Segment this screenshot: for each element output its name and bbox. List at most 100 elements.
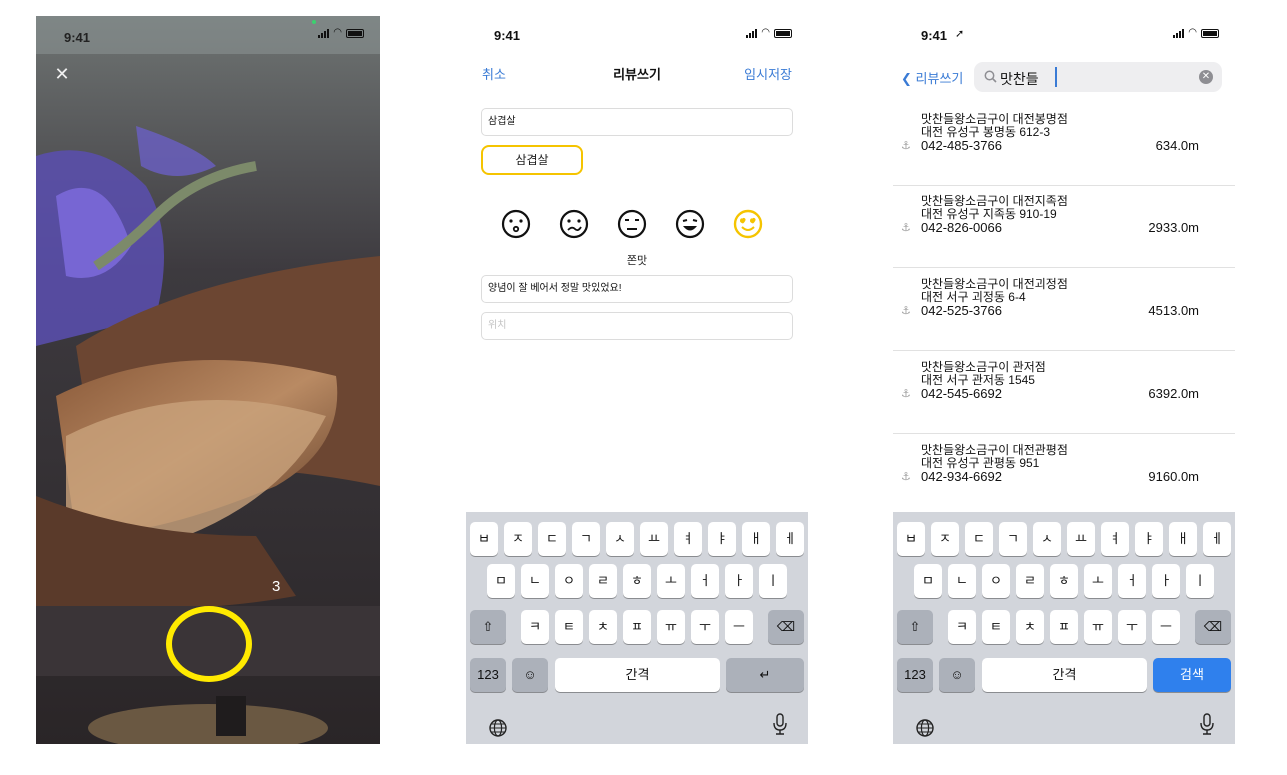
search-bar[interactable]: 맛찬들 ✕ xyxy=(974,62,1222,92)
save-draft-button[interactable]: 임시저장 xyxy=(744,64,792,83)
key[interactable]: ㄹ xyxy=(1016,564,1044,598)
key[interactable]: ㄷ xyxy=(538,522,566,556)
comment-input[interactable]: 양념이 잘 베어서 정말 맛있었요! xyxy=(481,275,793,303)
anchor-icon: ⚓ xyxy=(901,305,911,317)
chevron-left-icon: ❮ xyxy=(901,71,912,86)
location-arrow-icon: ➚ xyxy=(955,28,965,40)
result-row[interactable]: ⚓ 맛찬들왕소금구이 대전봉명점 대전 유성구 봉명동 612-3 042-485-3… xyxy=(893,104,1235,186)
globe-icon[interactable] xyxy=(488,718,508,738)
shift-key[interactable]: ⇧ xyxy=(897,610,933,644)
anchor-icon: ⚓ xyxy=(901,471,911,483)
shutter-button[interactable] xyxy=(166,606,252,682)
key[interactable]: ㅓ xyxy=(691,564,719,598)
key[interactable]: ㅂ xyxy=(897,522,925,556)
status-time: 9:41 xyxy=(64,30,91,45)
emoji-key[interactable]: ☺ xyxy=(512,658,548,692)
key[interactable]: ㅅ xyxy=(606,522,634,556)
result-row[interactable]: ⚓ 맛찬들왕소금구이 대전괴정점 대전 서구 괴정동 6-4 042-525-3766… xyxy=(893,269,1235,351)
key[interactable]: ㅣ xyxy=(759,564,787,598)
key[interactable]: ㅜ xyxy=(691,610,719,644)
mic-icon[interactable] xyxy=(1199,712,1215,736)
emoji-key[interactable]: ☺ xyxy=(939,658,975,692)
key[interactable]: ㅣ xyxy=(1186,564,1214,598)
key[interactable]: ㅌ xyxy=(982,610,1010,644)
key[interactable]: ㅁ xyxy=(487,564,515,598)
key[interactable]: ㅛ xyxy=(640,522,668,556)
return-key[interactable]: 검색 xyxy=(1153,658,1231,692)
key[interactable]: ㅎ xyxy=(1050,564,1078,598)
clear-icon[interactable]: ✕ xyxy=(1199,70,1213,84)
key[interactable]: ㅗ xyxy=(657,564,685,598)
key[interactable]: ㅗ xyxy=(1084,564,1112,598)
key[interactable]: ㄷ xyxy=(965,522,993,556)
space-key[interactable]: 간격 xyxy=(555,658,720,692)
key[interactable]: ㅕ xyxy=(1101,522,1129,556)
numbers-key[interactable]: 123 xyxy=(470,658,506,692)
search-input[interactable]: 맛찬들 xyxy=(1000,69,1039,89)
numbers-key[interactable]: 123 xyxy=(897,658,933,692)
backspace-key[interactable]: ⌫ xyxy=(1195,610,1231,644)
key[interactable]: ㅓ xyxy=(1118,564,1146,598)
close-icon[interactable]: ✕ xyxy=(52,64,72,84)
key[interactable]: ㅡ xyxy=(725,610,753,644)
return-key[interactable]: ↵ xyxy=(726,658,804,692)
globe-icon[interactable] xyxy=(915,718,935,738)
status-time: 9:41 xyxy=(921,28,948,43)
key[interactable]: ㅐ xyxy=(1169,522,1197,556)
key[interactable]: ㅇ xyxy=(982,564,1010,598)
location-input[interactable]: 위치 xyxy=(481,312,793,340)
key[interactable]: ㅋ xyxy=(521,610,549,644)
key[interactable]: ㅑ xyxy=(708,522,736,556)
key[interactable]: ㅑ xyxy=(1135,522,1163,556)
key[interactable]: ㅎ xyxy=(623,564,651,598)
result-row[interactable]: ⚓ 맛찬들왕소금구이 대전관평점 대전 유성구 관평동 951 042-934-669… xyxy=(893,435,1235,517)
key[interactable]: ㄴ xyxy=(521,564,549,598)
key[interactable]: ㅋ xyxy=(948,610,976,644)
menu-input[interactable]: 삼겹살 xyxy=(481,108,793,136)
key[interactable]: ㅈ xyxy=(504,522,532,556)
result-row[interactable]: ⚓ 맛찬들왕소금구이 관저점 대전 서구 관저동 1545 042-545-6692 6… xyxy=(893,352,1235,434)
key[interactable]: ㅡ xyxy=(1152,610,1180,644)
key[interactable]: ㅕ xyxy=(674,522,702,556)
anchor-icon: ⚓ xyxy=(901,388,911,400)
key[interactable]: ㅔ xyxy=(776,522,804,556)
mic-icon[interactable] xyxy=(772,712,788,736)
key[interactable]: ㅇ xyxy=(555,564,583,598)
key[interactable]: ㅏ xyxy=(725,564,753,598)
space-key[interactable]: 간격 xyxy=(982,658,1147,692)
key[interactable]: ㅠ xyxy=(657,610,685,644)
key[interactable]: ㅁ xyxy=(914,564,942,598)
love-face-icon[interactable] xyxy=(732,208,764,240)
key[interactable]: ㅔ xyxy=(1203,522,1231,556)
menu-tag[interactable]: 삼겹살 xyxy=(481,145,583,175)
key[interactable]: ㅈ xyxy=(931,522,959,556)
good-face-icon[interactable] xyxy=(674,208,706,240)
key[interactable]: ㄱ xyxy=(999,522,1027,556)
neutral-face-icon[interactable] xyxy=(616,208,648,240)
key[interactable]: ㅍ xyxy=(623,610,651,644)
key[interactable]: ㅂ xyxy=(470,522,498,556)
backspace-key[interactable]: ⌫ xyxy=(768,610,804,644)
key[interactable]: ㅌ xyxy=(555,610,583,644)
key[interactable]: ㅠ xyxy=(1084,610,1112,644)
key[interactable]: ㅍ xyxy=(1050,610,1078,644)
key[interactable]: ㅊ xyxy=(589,610,617,644)
key[interactable]: ㅛ xyxy=(1067,522,1095,556)
bad-face-icon[interactable] xyxy=(558,208,590,240)
key[interactable]: ㅏ xyxy=(1152,564,1180,598)
key[interactable]: ㅅ xyxy=(1033,522,1061,556)
very-bad-face-icon[interactable] xyxy=(500,208,532,240)
anchor-icon: ⚓ xyxy=(901,222,911,234)
key[interactable]: ㅐ xyxy=(742,522,770,556)
text-cursor xyxy=(1055,67,1057,87)
key[interactable]: ㅊ xyxy=(1016,610,1044,644)
key[interactable]: ㄱ xyxy=(572,522,600,556)
key[interactable]: ㄹ xyxy=(589,564,617,598)
back-button[interactable]: ❮ 리뷰쓰기 xyxy=(901,68,963,87)
result-row[interactable]: ⚓ 맛찬들왕소금구이 대전지족점 대전 유성구 지족동 910-19 042-826-… xyxy=(893,186,1235,268)
key[interactable]: ㄴ xyxy=(948,564,976,598)
result-phone: 042-525-3766 xyxy=(921,303,1002,318)
key[interactable]: ㅜ xyxy=(1118,610,1146,644)
timer-counter: 3 xyxy=(272,578,281,595)
shift-key[interactable]: ⇧ xyxy=(470,610,506,644)
